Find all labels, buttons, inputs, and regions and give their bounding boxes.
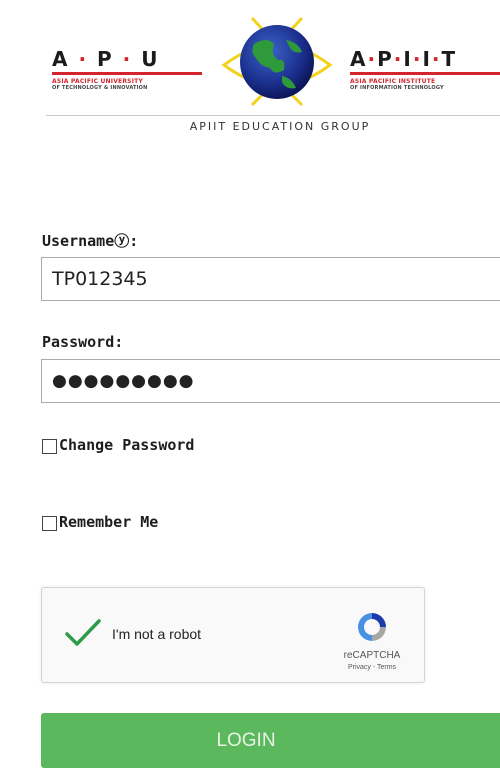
logo-letter: I: [403, 47, 413, 71]
apiit-logo: A·P·I·I·T ASIA PACIFIC INSTITUTE OF INFO…: [350, 48, 500, 91]
logo-letter: A: [52, 47, 70, 71]
logo-letter: U: [141, 47, 160, 71]
apiit-name: ASIA PACIFIC INSTITUTE: [350, 78, 436, 85]
apu-subname: OF TECHNOLOGY & INNOVATION: [52, 85, 148, 91]
login-button-label: LOGIN: [216, 730, 276, 751]
logo-letter: P: [377, 47, 394, 71]
apiit-subname: OF INFORMATION TECHNOLOGY: [350, 85, 444, 91]
header-divider: [46, 115, 500, 116]
remember-me-label[interactable]: Remember Me: [59, 513, 158, 531]
recaptcha-links[interactable]: Privacy - Terms: [332, 664, 412, 671]
remember-me-checkbox[interactable]: [42, 516, 57, 531]
username-label: Usernameⓨ:: [42, 232, 139, 250]
recaptcha-brand: reCAPTCHA: [343, 650, 401, 661]
remember-me-row[interactable]: Remember Me: [42, 513, 158, 531]
logo-letter: P: [97, 47, 114, 71]
recaptcha-widget[interactable]: I'm not a robot reCAPTCHA Privacy - Term…: [41, 587, 425, 683]
logo-letter: A: [350, 47, 368, 71]
group-name: APIIT EDUCATION GROUP: [189, 120, 371, 133]
recaptcha-label: I'm not a robot: [112, 626, 202, 642]
login-button[interactable]: LOGIN: [41, 713, 500, 768]
logo-letter: I: [422, 47, 432, 71]
change-password-label[interactable]: Change Password: [59, 436, 194, 454]
change-password-checkbox[interactable]: [42, 439, 57, 454]
apu-name: ASIA PACIFIC UNIVERSITY: [52, 78, 143, 85]
checkmark-icon[interactable]: [64, 618, 102, 648]
apu-logo: A · P · U ASIA PACIFIC UNIVERSITY OF TEC…: [52, 48, 212, 91]
logo-letter: T: [441, 47, 458, 71]
username-input[interactable]: TP012345: [41, 257, 500, 301]
password-label: Password:: [42, 333, 124, 351]
change-password-row[interactable]: Change Password: [42, 436, 194, 454]
header: A · P · U ASIA PACIFIC UNIVERSITY OF TEC…: [0, 0, 500, 140]
globe-logo-icon: [221, 16, 333, 107]
password-input[interactable]: ●●●●●●●●●: [41, 359, 500, 403]
recaptcha-logo-icon: [358, 613, 386, 641]
